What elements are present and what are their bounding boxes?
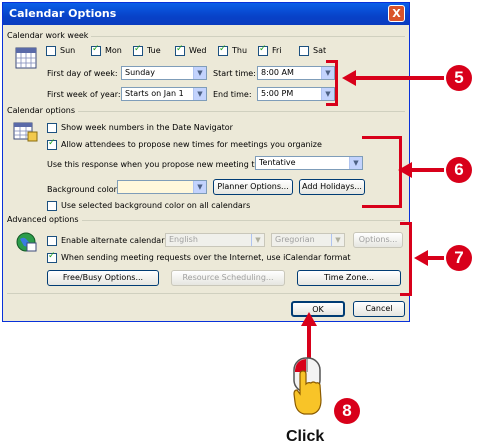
callout-7-arrowhead (414, 250, 428, 266)
alt-type-select[interactable]: Gregorian ▼ (271, 233, 345, 247)
day-fri-label: Fri (272, 46, 282, 55)
background-color-label: Background color: (47, 185, 120, 194)
callout-5-badge: 5 (446, 65, 472, 91)
day-sun-label: Sun (60, 46, 76, 55)
chevron-down-icon[interactable]: ▼ (193, 88, 206, 100)
callout-5-bracket (326, 60, 338, 106)
free-busy-options-button[interactable]: Free/Busy Options... (47, 270, 159, 286)
globe-calendar-icon (15, 231, 37, 253)
day-sun-checkbox[interactable] (46, 46, 56, 56)
first-week-value: Starts on Jan 1 (125, 89, 184, 98)
chevron-down-icon[interactable]: ▼ (251, 234, 264, 246)
chevron-down-icon[interactable]: ▼ (331, 234, 344, 246)
day-mon-checkbox[interactable] (91, 44, 101, 56)
use-response-label: Use this response when you propose new m… (47, 160, 277, 169)
show-week-numbers-label: Show week numbers in the Date Navigator (61, 123, 233, 132)
alt-language-select[interactable]: English ▼ (165, 233, 265, 247)
day-wed-checkbox[interactable] (175, 44, 185, 56)
end-time-label: End time: (213, 90, 252, 99)
footer-divider (7, 293, 405, 294)
callout-8-arrow-line (307, 326, 311, 360)
day-fri-checkbox[interactable] (258, 44, 268, 56)
ok-button[interactable]: OK (291, 301, 345, 317)
callout-6-arrow-line (412, 168, 444, 172)
show-week-numbers-checkbox[interactable] (47, 123, 57, 133)
title-bar[interactable]: Calendar Options X (3, 3, 409, 25)
callout-6-badge: 6 (446, 157, 472, 183)
end-time-select[interactable]: 5:00 PM ▼ (257, 87, 335, 101)
advanced-options-section-label: Advanced options (7, 215, 82, 224)
use-selected-bg-label: Use selected background color on all cal… (61, 201, 251, 210)
allow-attendees-label: Allow attendees to propose new times for… (61, 140, 322, 149)
callout-6-arrowhead (398, 162, 412, 178)
start-time-label: Start time: (213, 69, 256, 78)
callout-5-arrow-line (356, 76, 444, 80)
alt-options-button[interactable]: Options... (353, 232, 403, 248)
first-day-label: First day of week: (47, 69, 118, 78)
chevron-down-icon[interactable]: ▼ (193, 67, 206, 79)
chevron-down-icon[interactable]: ▼ (349, 157, 362, 169)
first-week-select[interactable]: Starts on Jan 1 ▼ (121, 87, 207, 101)
day-sat-checkbox[interactable] (299, 46, 309, 56)
callout-7-bracket (400, 222, 412, 296)
start-time-select[interactable]: 8:00 AM ▼ (257, 66, 335, 80)
day-mon-label: Mon (105, 46, 122, 55)
day-sat-label: Sat (313, 46, 327, 55)
click-caption: Click (286, 428, 325, 445)
use-selected-bg-checkbox[interactable] (47, 201, 57, 211)
calendar-grid-icon (15, 47, 37, 69)
close-button[interactable]: X (388, 5, 405, 22)
alt-language-value: English (169, 235, 198, 244)
callout-8-badge: 8 (334, 398, 360, 424)
first-day-value: Sunday (125, 68, 155, 77)
callout-7-badge: 7 (446, 245, 472, 271)
cancel-button[interactable]: Cancel (353, 301, 405, 317)
day-tue-label: Tue (147, 46, 161, 55)
work-week-days: Sun Mon Tue Wed Thu Fri Sat (46, 44, 386, 57)
alt-type-value: Gregorian (275, 235, 315, 244)
add-holidays-button[interactable]: Add Holidays... (299, 179, 365, 195)
allow-attendees-checkbox[interactable] (47, 138, 57, 150)
background-color-select[interactable]: ▼ (117, 180, 207, 194)
first-week-label: First week of year: (47, 90, 121, 99)
use-response-value: Tentative (259, 158, 296, 167)
day-wed-label: Wed (189, 46, 207, 55)
start-time-value: 8:00 AM (261, 68, 294, 77)
calendar-options-section-label: Calendar options (7, 106, 78, 115)
callout-6-bracket (362, 136, 402, 208)
chevron-down-icon[interactable]: ▼ (193, 181, 206, 193)
day-thu-checkbox[interactable] (218, 44, 228, 56)
first-day-select[interactable]: Sunday ▼ (121, 66, 207, 80)
mouse-hand-icon (286, 356, 330, 426)
icalendar-checkbox[interactable] (47, 251, 57, 263)
enable-alt-calendar-checkbox[interactable] (47, 236, 57, 246)
calendar-options-icon (13, 121, 39, 143)
callout-8-arrowhead (301, 312, 317, 326)
planner-options-button[interactable]: Planner Options... (213, 179, 293, 195)
calendar-options-dialog: Calendar Options X Calendar work week Su… (2, 2, 410, 322)
callout-7-arrow-line (428, 256, 444, 260)
day-tue-checkbox[interactable] (133, 44, 143, 56)
resource-scheduling-button[interactable]: Resource Scheduling... (171, 270, 285, 286)
icalendar-label: When sending meeting requests over the I… (61, 253, 351, 262)
dialog-title: Calendar Options (9, 7, 117, 20)
end-time-value: 5:00 PM (261, 89, 294, 98)
time-zone-button[interactable]: Time Zone... (297, 270, 401, 286)
day-thu-label: Thu (232, 46, 248, 55)
use-response-select[interactable]: Tentative ▼ (255, 156, 363, 170)
enable-alt-calendar-label: Enable alternate calendar: (61, 236, 168, 245)
work-week-section-label: Calendar work week (7, 31, 92, 40)
callout-5-arrowhead (342, 70, 356, 86)
